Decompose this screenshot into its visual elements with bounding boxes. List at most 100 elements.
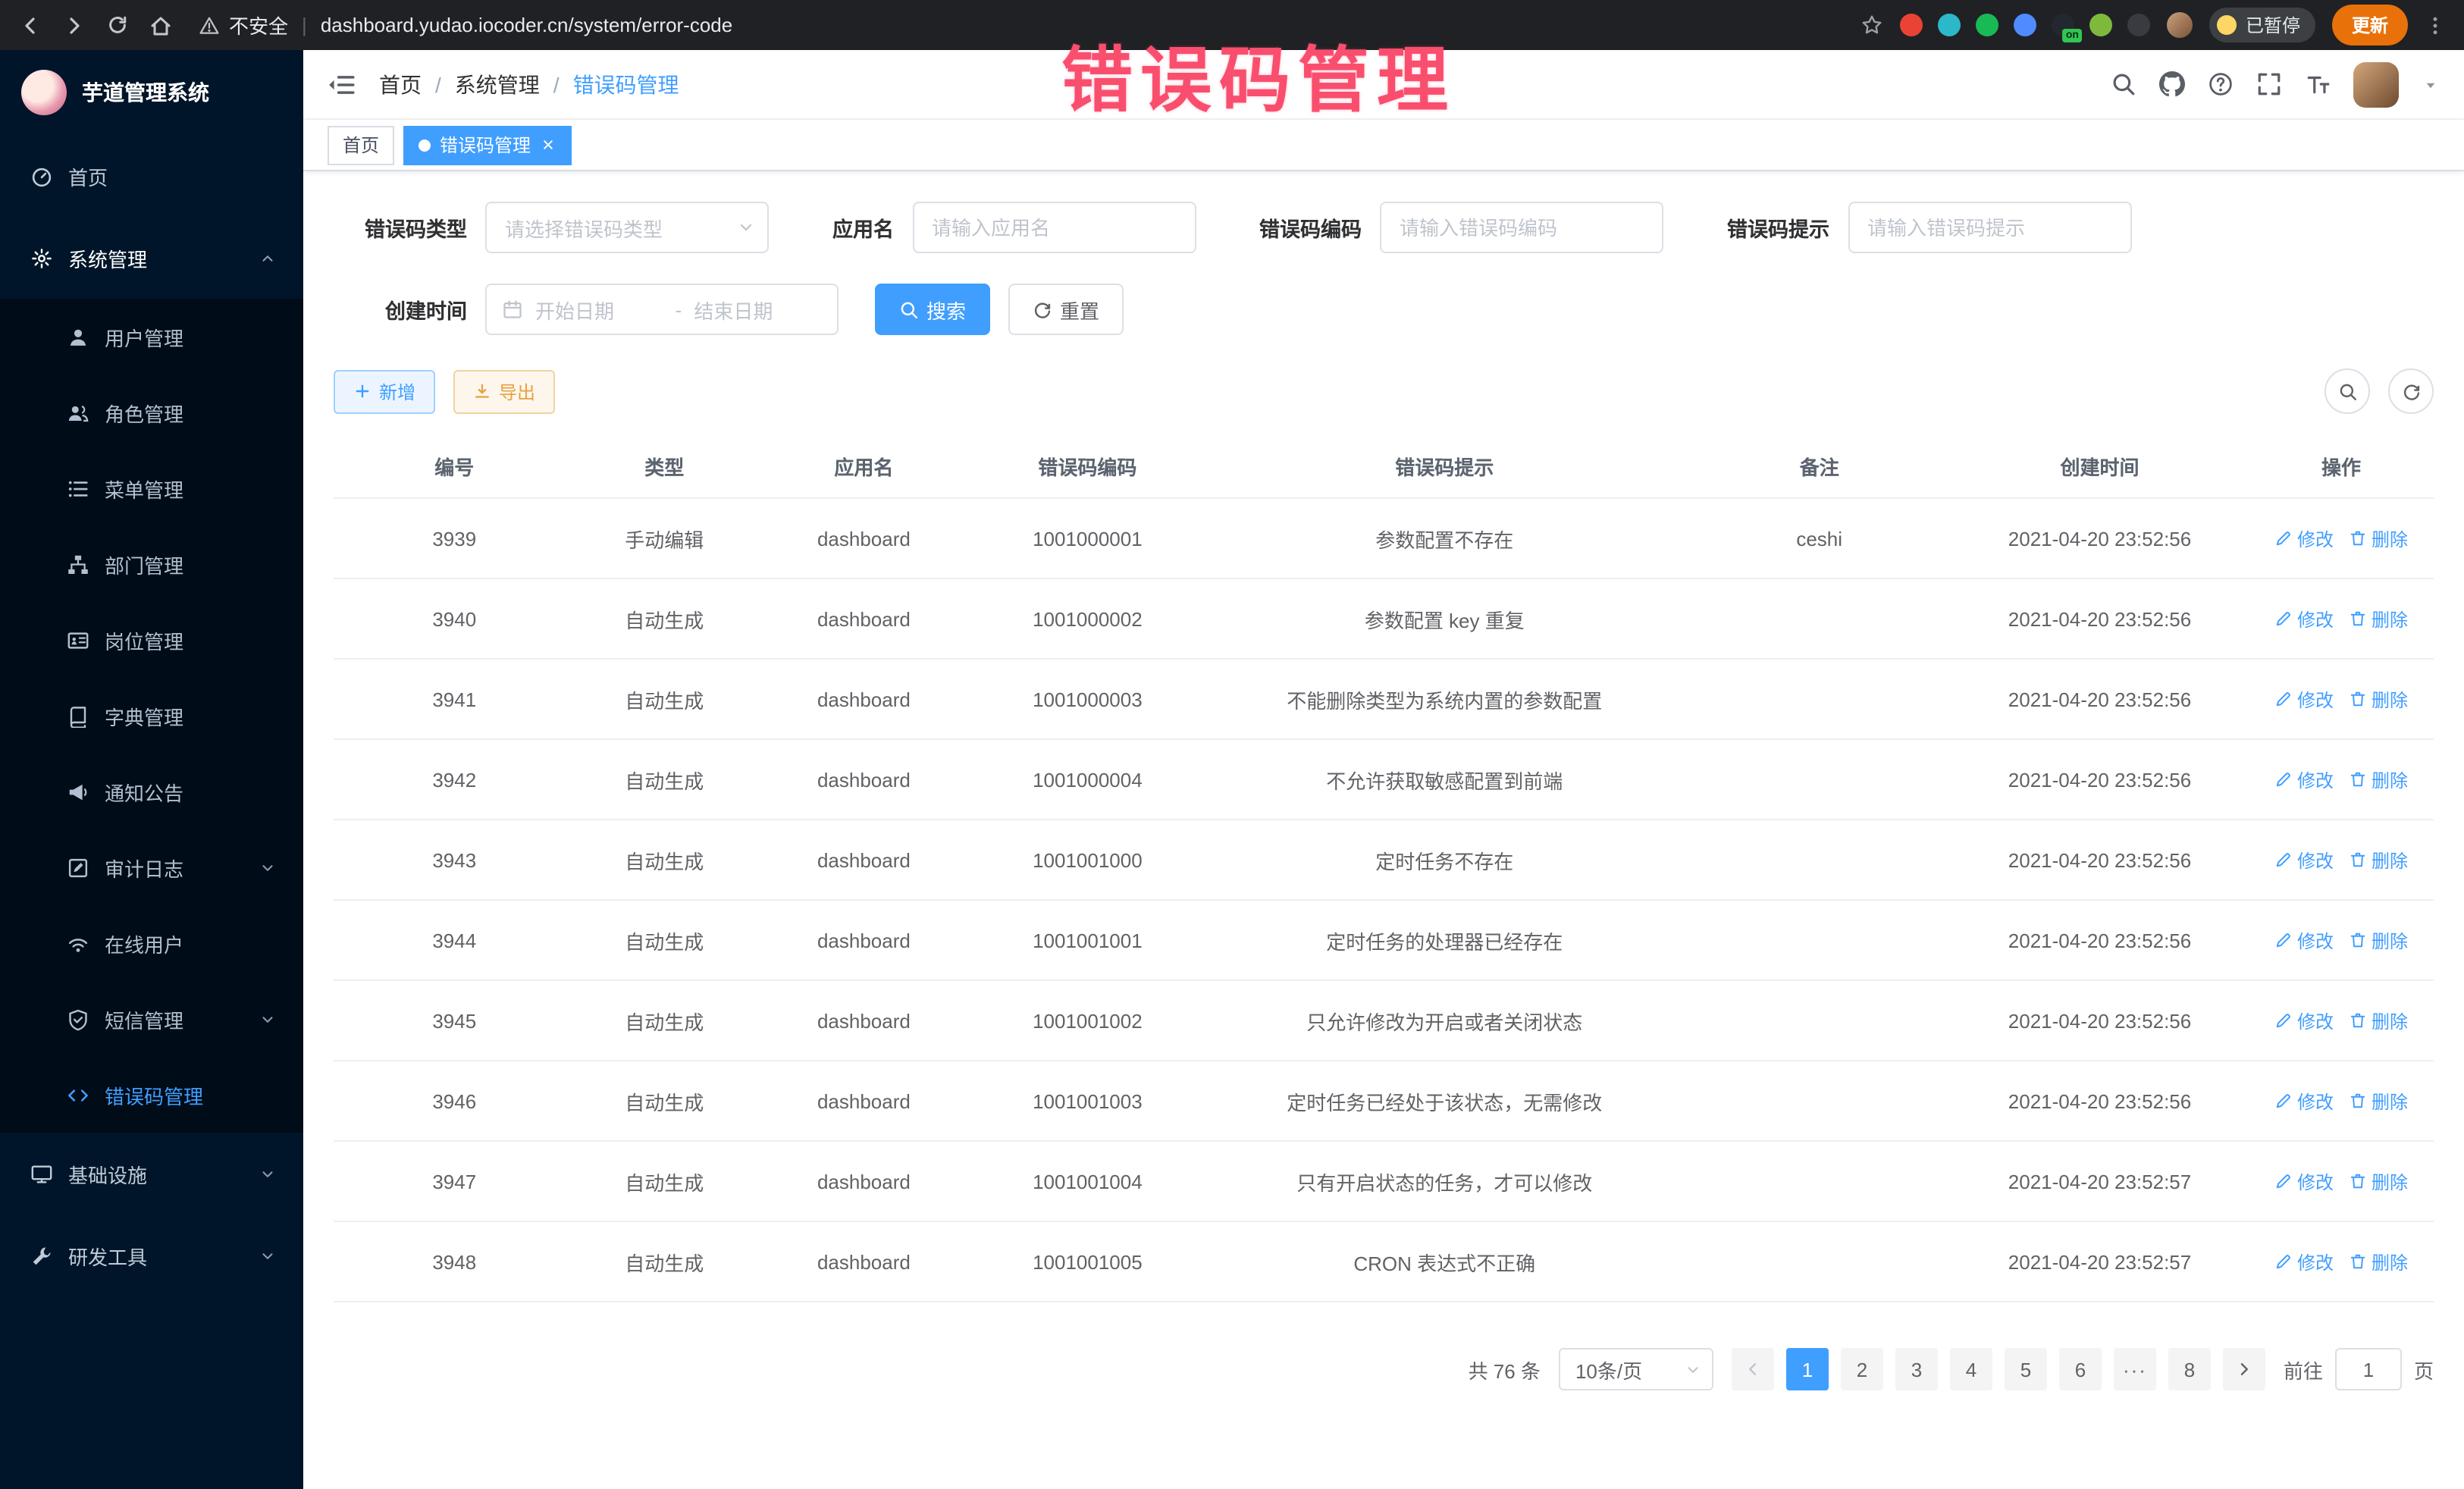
add-button[interactable]: 新增 [334,369,435,413]
bookmark-star-icon[interactable] [1861,14,1883,36]
view-tab[interactable]: 错误码管理 [403,125,572,165]
close-icon[interactable] [540,136,556,153]
sidebar-item[interactable]: 岗位管理 [0,602,303,678]
edit-link[interactable]: 修改 [2274,1168,2334,1194]
page-button[interactable]: 1 [1786,1348,1829,1390]
sidebar-item[interactable]: 短信管理 [0,981,303,1057]
browser-menu-icon[interactable] [2425,14,2446,36]
edit-link[interactable]: 修改 [2274,766,2334,792]
edit-link[interactable]: 修改 [2274,686,2334,712]
table-row: 3944 自动生成 dashboard 1001001001 定时任务的处理器已… [334,901,2434,981]
question-icon[interactable] [2208,71,2234,97]
delete-link[interactable]: 删除 [2349,1249,2408,1274]
address-bar[interactable]: 不安全 | dashboard.yudao.iocoder.cn/system/… [199,11,732,39]
page-button[interactable]: 6 [2059,1348,2102,1390]
page-button[interactable]: 8 [2168,1348,2211,1390]
search-button[interactable]: 搜索 [875,284,990,335]
delete-link[interactable]: 删除 [2349,1168,2408,1194]
error-code-type-select[interactable]: 请选择错误码类型 [485,202,769,253]
sidebar-item[interactable]: 用户管理 [0,299,303,375]
extension-icon[interactable] [1900,14,1923,36]
extension-icon[interactable]: on [2052,14,2074,36]
view-tab[interactable]: 首页 [328,125,394,165]
edit-link[interactable]: 修改 [2274,927,2334,953]
next-page-button[interactable] [2223,1348,2265,1390]
edit-link[interactable]: 修改 [2274,1008,2334,1033]
delete-link[interactable]: 删除 [2349,606,2408,632]
cell-actions: 修改 删除 [2249,927,2434,953]
breadcrumb-system[interactable]: 系统管理 [455,69,540,99]
browser-profile-avatar[interactable] [2167,12,2193,38]
search-icon[interactable] [2111,71,2136,97]
edit-link[interactable]: 修改 [2274,525,2334,551]
delete-link[interactable]: 删除 [2349,927,2408,953]
delete-link[interactable]: 删除 [2349,1008,2408,1033]
sidebar-item[interactable]: 角色管理 [0,375,303,450]
error-hint-input[interactable] [1849,203,2130,252]
sidebar-item[interactable]: 错误码管理 [0,1057,303,1133]
goto-page-input[interactable] [2335,1348,2402,1390]
breadcrumb-home[interactable]: 首页 [379,69,422,99]
page-buttons: 123456 ··· 8 [1786,1348,2211,1390]
export-button[interactable]: 导出 [453,369,555,413]
cell-actions: 修改 删除 [2249,847,2434,873]
sidebar-item[interactable]: 菜单管理 [0,450,303,526]
edit-link[interactable]: 修改 [2274,1088,2334,1114]
back-icon[interactable] [18,13,42,37]
reset-button[interactable]: 重置 [1008,284,1124,335]
page-button[interactable]: 3 [1895,1348,1938,1390]
delete-link[interactable]: 删除 [2349,1088,2408,1114]
infra-icon [30,1162,53,1185]
browser-home-icon[interactable] [149,13,173,37]
github-icon[interactable] [2159,71,2185,97]
refresh-table-button[interactable] [2388,368,2434,414]
sidebar-toggle-icon[interactable] [328,71,355,98]
page-button[interactable]: 4 [1950,1348,1992,1390]
extension-icon[interactable] [2127,14,2150,36]
sidebar-item[interactable]: 首页 [0,135,303,217]
browser-update-button[interactable]: 更新 [2332,5,2408,45]
security-label: 不安全 [229,11,288,39]
reload-icon[interactable] [106,14,129,36]
app-logo[interactable]: 芋道管理系统 [0,50,303,135]
prev-page-button[interactable] [1732,1348,1774,1390]
page-button[interactable]: 5 [2005,1348,2047,1390]
filter-app-name: 应用名 [832,202,1196,253]
delete-link[interactable]: 删除 [2349,525,2408,551]
paused-badge[interactable]: 已暂停 [2209,8,2315,42]
sidebar-item[interactable]: 基础设施 [0,1133,303,1215]
delete-link[interactable]: 删除 [2349,766,2408,792]
sidebar-item[interactable]: 在线用户 [0,905,303,981]
extension-icon[interactable] [2089,14,2112,36]
trash-icon [2349,931,2367,949]
page-button[interactable]: ··· [2114,1348,2156,1390]
security-warning[interactable]: 不安全 [199,11,288,39]
show-search-button[interactable] [2324,368,2370,414]
extension-icon[interactable] [1976,14,1998,36]
page-button[interactable]: 2 [1841,1348,1883,1390]
user-avatar[interactable] [2353,61,2399,107]
error-code-input[interactable] [1381,203,1662,252]
forward-icon[interactable] [62,13,86,37]
extension-icon[interactable] [1938,14,1961,36]
delete-link[interactable]: 删除 [2349,686,2408,712]
sidebar-item[interactable]: 部门管理 [0,526,303,602]
edit-link[interactable]: 修改 [2274,1249,2334,1274]
page-size-select[interactable]: 10条/页 [1559,1348,1713,1390]
fontsize-icon[interactable] [2305,71,2331,97]
cell-code: 1001001000 [974,848,1201,871]
sidebar-item[interactable]: 通知公告 [0,754,303,829]
date-range-picker[interactable]: 开始日期 - 结束日期 [485,284,839,335]
fullscreen-icon[interactable] [2256,71,2282,97]
sidebar-item[interactable]: 审计日志 [0,829,303,905]
sidebar-item[interactable]: 字典管理 [0,678,303,754]
edit-link[interactable]: 修改 [2274,847,2334,873]
edit-link[interactable]: 修改 [2274,606,2334,632]
app-name-input[interactable] [914,203,1194,252]
sidebar-item[interactable]: 研发工具 [0,1215,303,1296]
extension-icon[interactable] [2014,14,2036,36]
sidebar-item[interactable]: 系统管理 [0,217,303,299]
caret-down-icon[interactable] [2422,75,2440,93]
cell-actions: 修改 删除 [2249,1168,2434,1194]
delete-link[interactable]: 删除 [2349,847,2408,873]
